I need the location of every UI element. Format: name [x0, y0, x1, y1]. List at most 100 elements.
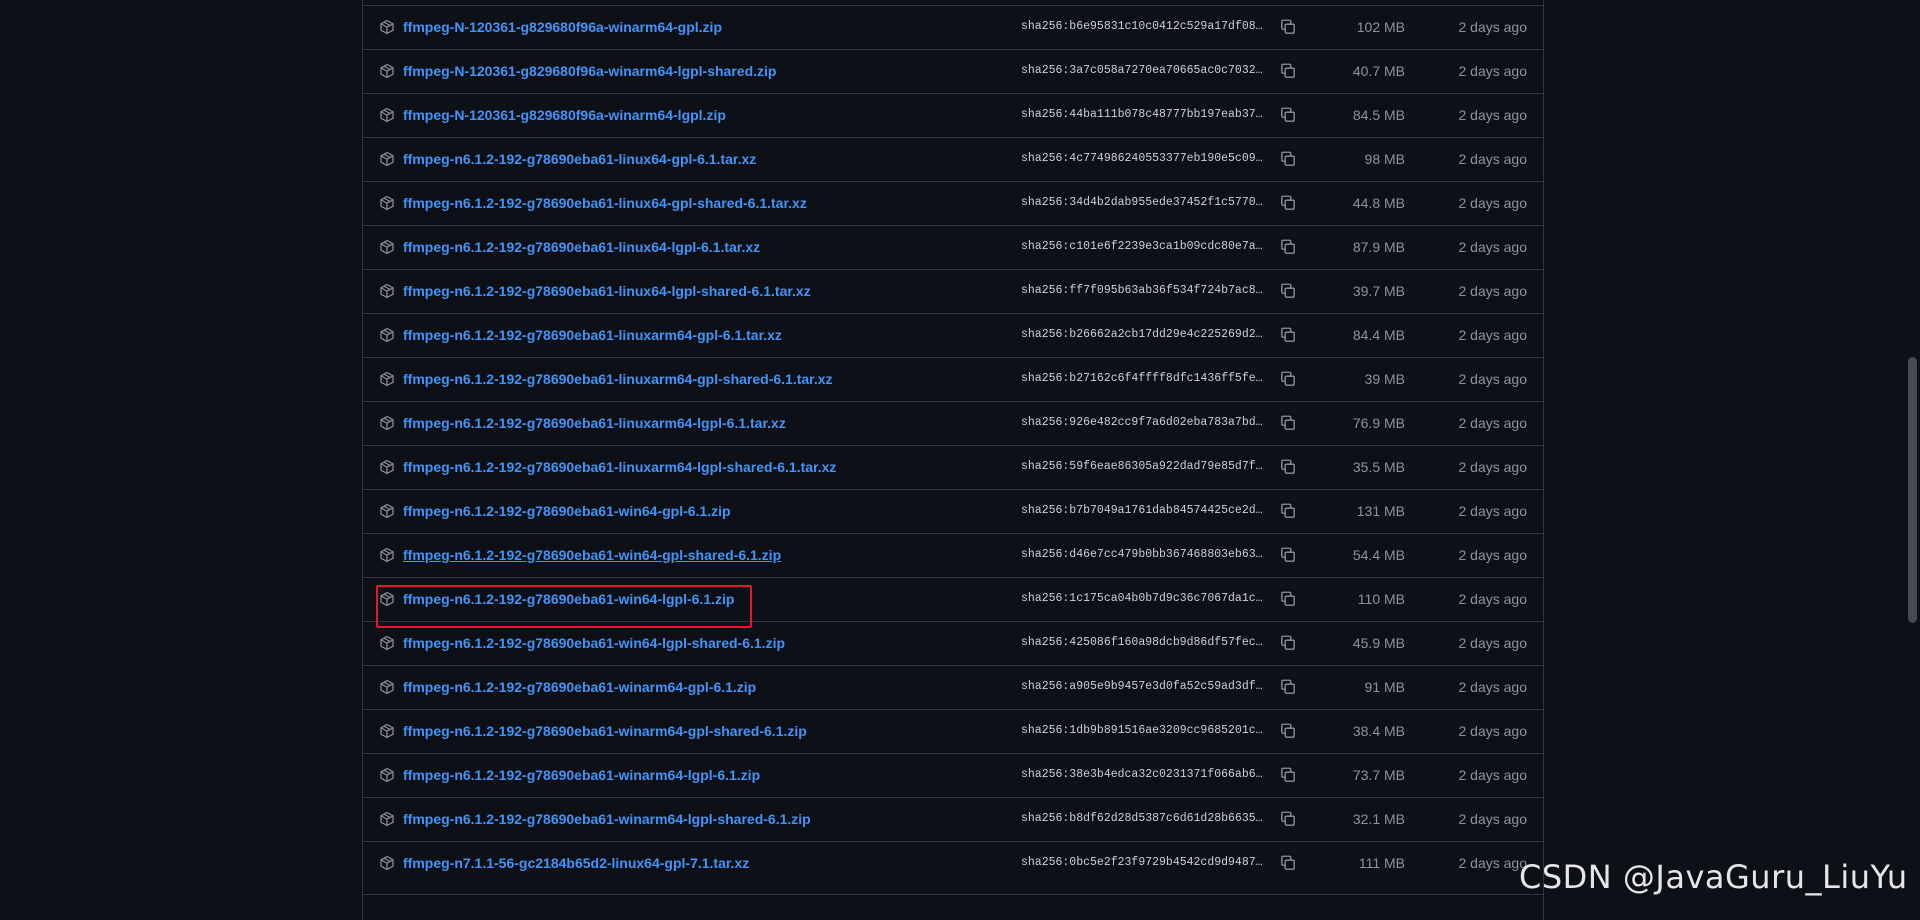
asset-date: 2 days ago: [1458, 63, 1528, 79]
asset-download-link[interactable]: ffmpeg-n6.1.2-192-g78690eba61-win64-lgpl…: [403, 635, 785, 651]
asset-size: 84.5 MB: [1352, 107, 1405, 123]
asset-date: 2 days ago: [1458, 19, 1528, 35]
asset-sha256: sha256:c101e6f2239e3ca1b09cdc80e7a97: [1021, 240, 1266, 253]
asset-sha256: sha256:a905e9b9457e3d0fa52c59ad3df10: [1021, 680, 1266, 693]
asset-size: 32.1 MB: [1352, 811, 1405, 827]
copy-icon[interactable]: [1279, 370, 1297, 388]
package-icon: [379, 635, 395, 651]
copy-icon[interactable]: [1279, 282, 1297, 300]
copy-icon[interactable]: [1279, 194, 1297, 212]
table-row: ffmpeg-N-120361-g829680f96a-winarm64-lgp…: [363, 49, 1543, 93]
package-icon: [379, 679, 395, 695]
table-row: ffmpeg-n6.1.2-192-g78690eba61-linux64-gp…: [363, 137, 1543, 181]
scrollbar-thumb[interactable]: [1908, 357, 1917, 623]
table-row: ffmpeg-n6.1.2-192-g78690eba61-linux64-lg…: [363, 269, 1543, 313]
table-row: ffmpeg-n6.1.2-192-g78690eba61-linuxarm64…: [363, 401, 1543, 445]
package-icon: [379, 855, 395, 871]
copy-icon[interactable]: [1279, 458, 1297, 476]
table-row: ffmpeg-n6.1.2-192-g78690eba61-winarm64-l…: [363, 797, 1543, 841]
asset-download-link[interactable]: ffmpeg-n6.1.2-192-g78690eba61-linuxarm64…: [403, 327, 782, 343]
asset-sha256: sha256:4c774986240553377eb190e5c099d: [1021, 152, 1266, 165]
copy-icon[interactable]: [1279, 546, 1297, 564]
copy-icon[interactable]: [1279, 678, 1297, 696]
copy-icon[interactable]: [1279, 326, 1297, 344]
asset-date: 2 days ago: [1458, 591, 1528, 607]
asset-download-link[interactable]: ffmpeg-n6.1.2-192-g78690eba61-linux64-gp…: [403, 195, 807, 211]
copy-icon[interactable]: [1279, 766, 1297, 784]
asset-download-link[interactable]: ffmpeg-N-120361-g829680f96a-winarm64-lgp…: [403, 107, 726, 123]
asset-sha256: sha256:1db9b891516ae3209cc9685201c5f: [1021, 724, 1266, 737]
copy-icon[interactable]: [1279, 854, 1297, 872]
asset-size: 54.4 MB: [1352, 547, 1405, 563]
asset-size: 87.9 MB: [1352, 239, 1405, 255]
asset-download-link[interactable]: ffmpeg-n6.1.2-192-g78690eba61-linuxarm64…: [403, 459, 836, 475]
asset-sha256: sha256:d46e7cc479b0bb367468803eb63e3: [1021, 548, 1266, 561]
asset-sha256: sha256:b8df62d28d5387c6d61d28b6635eb: [1021, 812, 1266, 825]
copy-icon[interactable]: [1279, 150, 1297, 168]
asset-size: 102 MB: [1356, 19, 1405, 35]
asset-download-link[interactable]: ffmpeg-n6.1.2-192-g78690eba61-linux64-gp…: [403, 151, 756, 167]
copy-icon[interactable]: [1279, 634, 1297, 652]
asset-size: 76.9 MB: [1352, 415, 1405, 431]
asset-size: 39 MB: [1364, 371, 1405, 387]
asset-sha256: sha256:926e482cc9f7a6d02eba783a7bd64: [1021, 416, 1266, 429]
asset-date: 2 days ago: [1458, 547, 1528, 563]
asset-sha256: sha256:1c175ca04b0b7d9c36c7067da1c8c: [1021, 592, 1266, 605]
table-row: ffmpeg-N-120361-g829680f96a-winarm64-gpl…: [363, 5, 1543, 49]
copy-icon[interactable]: [1279, 414, 1297, 432]
table-row: ffmpeg-n6.1.2-192-g78690eba61-linux64-gp…: [363, 181, 1543, 225]
asset-download-link[interactable]: ffmpeg-n6.1.2-192-g78690eba61-linuxarm64…: [403, 415, 786, 431]
asset-size: 131 MB: [1356, 503, 1405, 519]
asset-download-link[interactable]: ffmpeg-n6.1.2-192-g78690eba61-winarm64-g…: [403, 723, 807, 739]
asset-size: 91 MB: [1364, 679, 1405, 695]
asset-sha256: sha256:38e3b4edca32c0231371f066ab678: [1021, 768, 1266, 781]
table-row: ffmpeg-n6.1.2-192-g78690eba61-linuxarm64…: [363, 445, 1543, 489]
package-icon: [379, 107, 395, 123]
asset-date: 2 days ago: [1458, 283, 1528, 299]
copy-icon[interactable]: [1279, 590, 1297, 608]
package-icon: [379, 503, 395, 519]
asset-download-link[interactable]: ffmpeg-n6.1.2-192-g78690eba61-winarm64-l…: [403, 811, 811, 827]
package-icon: [379, 19, 395, 35]
table-row: ffmpeg-n6.1.2-192-g78690eba61-winarm64-g…: [363, 665, 1543, 709]
asset-sha256: sha256:ff7f095b63ab36f534f724b7ac84e: [1021, 284, 1266, 297]
asset-download-link[interactable]: ffmpeg-n7.1.1-56-gc2184b65d2-linux64-gpl…: [403, 855, 749, 871]
table-row-partial: [363, 894, 1543, 920]
asset-download-link[interactable]: ffmpeg-n6.1.2-192-g78690eba61-winarm64-g…: [403, 679, 756, 695]
asset-download-link[interactable]: ffmpeg-N-120361-g829680f96a-winarm64-lgp…: [403, 63, 776, 79]
asset-size: 84.4 MB: [1352, 327, 1405, 343]
table-row: ffmpeg-N-120361-g829680f96a-winarm64-lgp…: [363, 93, 1543, 137]
asset-date: 2 days ago: [1458, 767, 1528, 783]
asset-size: 73.7 MB: [1352, 767, 1405, 783]
asset-date: 2 days ago: [1458, 635, 1528, 651]
package-icon: [379, 151, 395, 167]
asset-size: 39.7 MB: [1352, 283, 1405, 299]
copy-icon[interactable]: [1279, 502, 1297, 520]
copy-icon[interactable]: [1279, 106, 1297, 124]
asset-date: 2 days ago: [1458, 415, 1528, 431]
asset-download-link[interactable]: ffmpeg-n6.1.2-192-g78690eba61-linux64-lg…: [403, 283, 811, 299]
asset-download-link[interactable]: ffmpeg-N-120361-g829680f96a-winarm64-gpl…: [403, 19, 722, 35]
package-icon: [379, 371, 395, 387]
asset-date: 2 days ago: [1458, 195, 1528, 211]
asset-download-link[interactable]: ffmpeg-n6.1.2-192-g78690eba61-winarm64-l…: [403, 767, 760, 783]
asset-download-link[interactable]: ffmpeg-n6.1.2-192-g78690eba61-linuxarm64…: [403, 371, 833, 387]
package-icon: [379, 767, 395, 783]
asset-sha256: sha256:b26662a2cb17dd29e4c225269d2d7: [1021, 328, 1266, 341]
copy-icon[interactable]: [1279, 18, 1297, 36]
asset-sha256: sha256:b27162c6f4ffff8dfc1436ff5fef9: [1021, 372, 1266, 385]
copy-icon[interactable]: [1279, 810, 1297, 828]
copy-icon[interactable]: [1279, 238, 1297, 256]
asset-download-link[interactable]: ffmpeg-n6.1.2-192-g78690eba61-linux64-lg…: [403, 239, 760, 255]
table-row: ffmpeg-n6.1.2-192-g78690eba61-linuxarm64…: [363, 313, 1543, 357]
copy-icon[interactable]: [1279, 722, 1297, 740]
package-icon: [379, 415, 395, 431]
asset-date: 2 days ago: [1458, 151, 1528, 167]
asset-download-link[interactable]: ffmpeg-n6.1.2-192-g78690eba61-win64-gpl-…: [403, 547, 781, 563]
copy-icon[interactable]: [1279, 62, 1297, 80]
package-icon: [379, 63, 395, 79]
asset-date: 2 days ago: [1458, 459, 1528, 475]
csdn-watermark: CSDN @JavaGuru_LiuYu: [1519, 858, 1908, 896]
asset-download-link[interactable]: ffmpeg-n6.1.2-192-g78690eba61-win64-gpl-…: [403, 503, 731, 519]
asset-date: 2 days ago: [1458, 371, 1528, 387]
